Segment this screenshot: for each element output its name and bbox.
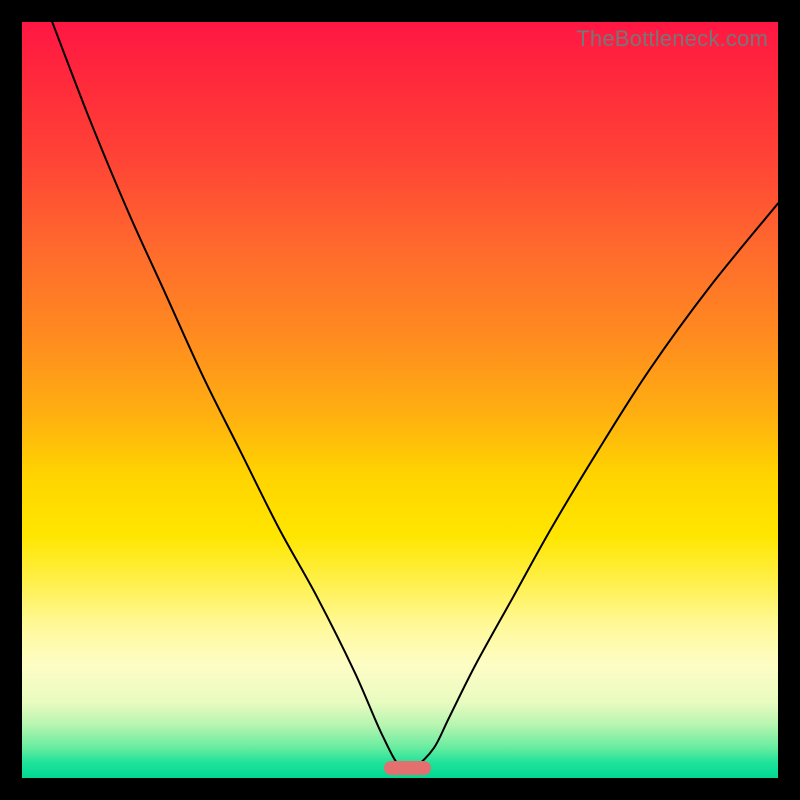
- plot-area: TheBottleneck.com: [22, 22, 778, 778]
- bottleneck-curve: [52, 22, 778, 770]
- chart-frame: TheBottleneck.com: [0, 0, 800, 800]
- curve-svg: [22, 22, 778, 778]
- optimum-marker: [384, 761, 431, 775]
